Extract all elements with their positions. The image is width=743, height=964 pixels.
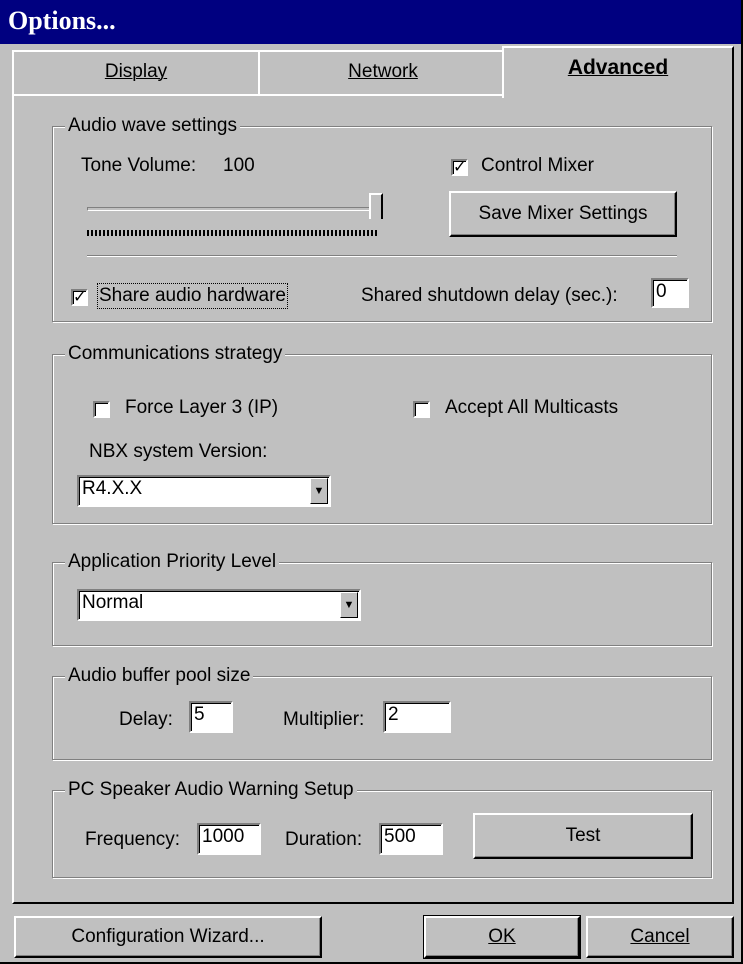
frequency-input[interactable]: 1000 xyxy=(197,823,261,855)
control-mixer-checkbox[interactable]: ✓ xyxy=(451,159,468,176)
priority-value: Normal xyxy=(82,592,144,613)
nbx-version-select[interactable]: R4.X.X ▼ xyxy=(77,475,331,507)
tone-volume-label: Tone Volume: xyxy=(81,155,197,176)
chevron-down-icon[interactable]: ▼ xyxy=(310,478,328,504)
configuration-wizard-label: Configuration Wizard... xyxy=(71,926,265,947)
frequency-label: Frequency: xyxy=(85,829,181,850)
cancel-button[interactable]: Cancel xyxy=(586,916,734,958)
tab-network[interactable]: Network xyxy=(258,50,508,94)
tab-display[interactable]: Display xyxy=(12,50,260,94)
delay-label: Delay: xyxy=(119,709,173,730)
force-layer3-label: Force Layer 3 (IP) xyxy=(125,397,279,418)
audio-wave-legend: Audio wave settings xyxy=(65,115,240,137)
control-mixer-label: Control Mixer xyxy=(481,155,594,176)
test-button-label: Test xyxy=(565,825,601,846)
tone-volume-slider-thumb[interactable] xyxy=(369,193,383,219)
tab-display-label: Display xyxy=(104,61,168,82)
shutdown-delay-input[interactable]: 0 xyxy=(651,278,689,308)
shutdown-delay-label: Shared shutdown delay (sec.): xyxy=(361,285,618,306)
priority-select[interactable]: Normal ▼ xyxy=(77,589,361,621)
accept-multicasts-label: Accept All Multicasts xyxy=(445,397,619,418)
force-layer3-checkbox[interactable] xyxy=(93,401,110,418)
priority-legend: Application Priority Level xyxy=(65,551,280,573)
delay-input[interactable]: 5 xyxy=(189,701,233,733)
share-audio-label[interactable]: Share audio hardware xyxy=(97,283,288,309)
tab-advanced-label: Advanced xyxy=(567,56,669,79)
save-mixer-settings-label: Save Mixer Settings xyxy=(478,203,648,224)
ok-label: OK xyxy=(488,926,516,947)
nbx-version-value: R4.X.X xyxy=(82,478,143,499)
configuration-wizard-button[interactable]: Configuration Wizard... xyxy=(14,916,322,958)
pc-speaker-group: PC Speaker Audio Warning Setup Frequency… xyxy=(52,779,712,878)
communications-group: Communications strategy Force Layer 3 (I… xyxy=(52,343,712,524)
tab-network-label: Network xyxy=(348,61,418,82)
share-audio-checkbox[interactable]: ✓ xyxy=(71,289,88,306)
duration-label: Duration: xyxy=(285,829,363,850)
tone-volume-value: 100 xyxy=(223,155,255,176)
accept-multicasts-checkbox[interactable] xyxy=(413,401,430,418)
title-bar[interactable]: Options... xyxy=(0,0,743,44)
communications-legend: Communications strategy xyxy=(65,343,286,365)
duration-input[interactable]: 500 xyxy=(379,823,443,855)
advanced-panel: Audio wave settings Tone Volume: 100 ✓ C… xyxy=(12,94,734,904)
multiplier-input[interactable]: 2 xyxy=(383,701,451,733)
chevron-down-icon[interactable]: ▼ xyxy=(340,592,358,618)
test-button[interactable]: Test xyxy=(473,813,693,859)
save-mixer-settings-button[interactable]: Save Mixer Settings xyxy=(449,191,677,237)
nbx-version-label: NBX system Version: xyxy=(89,441,268,462)
multiplier-label: Multiplier: xyxy=(283,709,365,730)
pc-speaker-legend: PC Speaker Audio Warning Setup xyxy=(65,779,357,801)
buffer-pool-legend: Audio buffer pool size xyxy=(65,665,254,687)
priority-group: Application Priority Level Normal ▼ xyxy=(52,551,712,646)
slider-ticks xyxy=(87,230,377,236)
separator xyxy=(87,255,677,257)
cancel-label: Cancel xyxy=(630,926,690,947)
buffer-pool-group: Audio buffer pool size Delay: 5 Multipli… xyxy=(52,665,712,760)
ok-button[interactable]: OK xyxy=(423,915,581,959)
audio-wave-group: Audio wave settings Tone Volume: 100 ✓ C… xyxy=(52,115,712,322)
window-title: Options... xyxy=(8,6,116,35)
tone-volume-slider-track[interactable] xyxy=(87,207,383,211)
tab-advanced[interactable]: Advanced xyxy=(502,46,734,98)
